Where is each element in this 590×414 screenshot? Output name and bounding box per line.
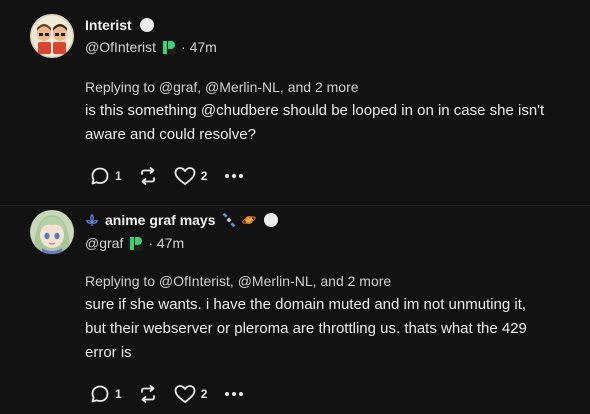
verified-dot-icon (263, 213, 278, 227)
blue-flower-icon (85, 213, 99, 227)
post-time[interactable]: · 47m (148, 235, 184, 251)
post-body-line: aware and could resolve? (85, 126, 256, 143)
repost-icon (140, 167, 155, 185)
post-actions: 1 2 (90, 166, 244, 186)
repost-icon (140, 385, 155, 403)
post-body-line: error is (85, 344, 132, 361)
author-name-row[interactable]: anime graf mays (85, 212, 278, 228)
avatar[interactable] (30, 210, 74, 254)
post-body: is this something @chudbere should be lo… (85, 99, 580, 147)
handle[interactable]: @graf (85, 235, 123, 251)
reply-count: 1 (115, 169, 122, 183)
pleroma-icon (161, 39, 177, 55)
post-body-line: sure if she wants. i have the domain mut… (85, 296, 527, 313)
post-actions: 1 2 (90, 384, 244, 404)
post-time[interactable]: · 47m (181, 39, 217, 55)
post-body-line: but their webserver or pleroma are throt… (85, 320, 527, 337)
author-handle-row: @OfInterist · 47m (85, 39, 217, 55)
reply-icon (91, 385, 109, 403)
heart-icon (174, 167, 196, 185)
post-body: sure if she wants. i have the domain mut… (85, 293, 580, 365)
author-name-row[interactable]: Interist (85, 17, 154, 33)
post: Interist @OfInterist · 47m Replying to @… (0, 0, 590, 206)
more-options-icon[interactable] (225, 174, 244, 178)
handle[interactable]: @OfInterist (85, 39, 156, 55)
like-count: 2 (200, 387, 208, 401)
anime-girl-avatar-icon (30, 210, 74, 254)
reply-button[interactable]: 1 (90, 384, 122, 404)
verified-dot-icon (139, 18, 154, 32)
heart-icon (174, 385, 196, 403)
display-name[interactable]: anime graf mays (105, 212, 216, 228)
like-count: 2 (200, 169, 208, 183)
avatar[interactable] (30, 14, 74, 58)
pleroma-icon (128, 235, 144, 251)
reply-icon (91, 167, 109, 185)
repost-button[interactable] (138, 384, 158, 404)
like-button[interactable]: 2 (174, 166, 208, 186)
repost-button[interactable] (138, 166, 158, 186)
replying-to[interactable]: Replying to @OfInterist, @Merlin-NL, and… (85, 273, 391, 289)
reply-count: 1 (115, 387, 122, 401)
post-body-line: is this something @chudbere should be lo… (85, 102, 545, 119)
post: anime graf mays @graf · 47m Replying to … (0, 206, 590, 414)
replying-to[interactable]: Replying to @graf, @Merlin-NL, and 2 mor… (85, 79, 359, 95)
like-button[interactable]: 2 (174, 384, 208, 404)
cartoon-couple-avatar-icon (30, 14, 74, 58)
author-handle-row: @graf · 47m (85, 235, 184, 251)
more-options-icon[interactable] (225, 392, 244, 396)
ringed-planet-icon (241, 216, 256, 224)
reply-button[interactable]: 1 (90, 166, 122, 186)
satellite-icon (222, 213, 235, 227)
display-name[interactable]: Interist (85, 17, 132, 33)
